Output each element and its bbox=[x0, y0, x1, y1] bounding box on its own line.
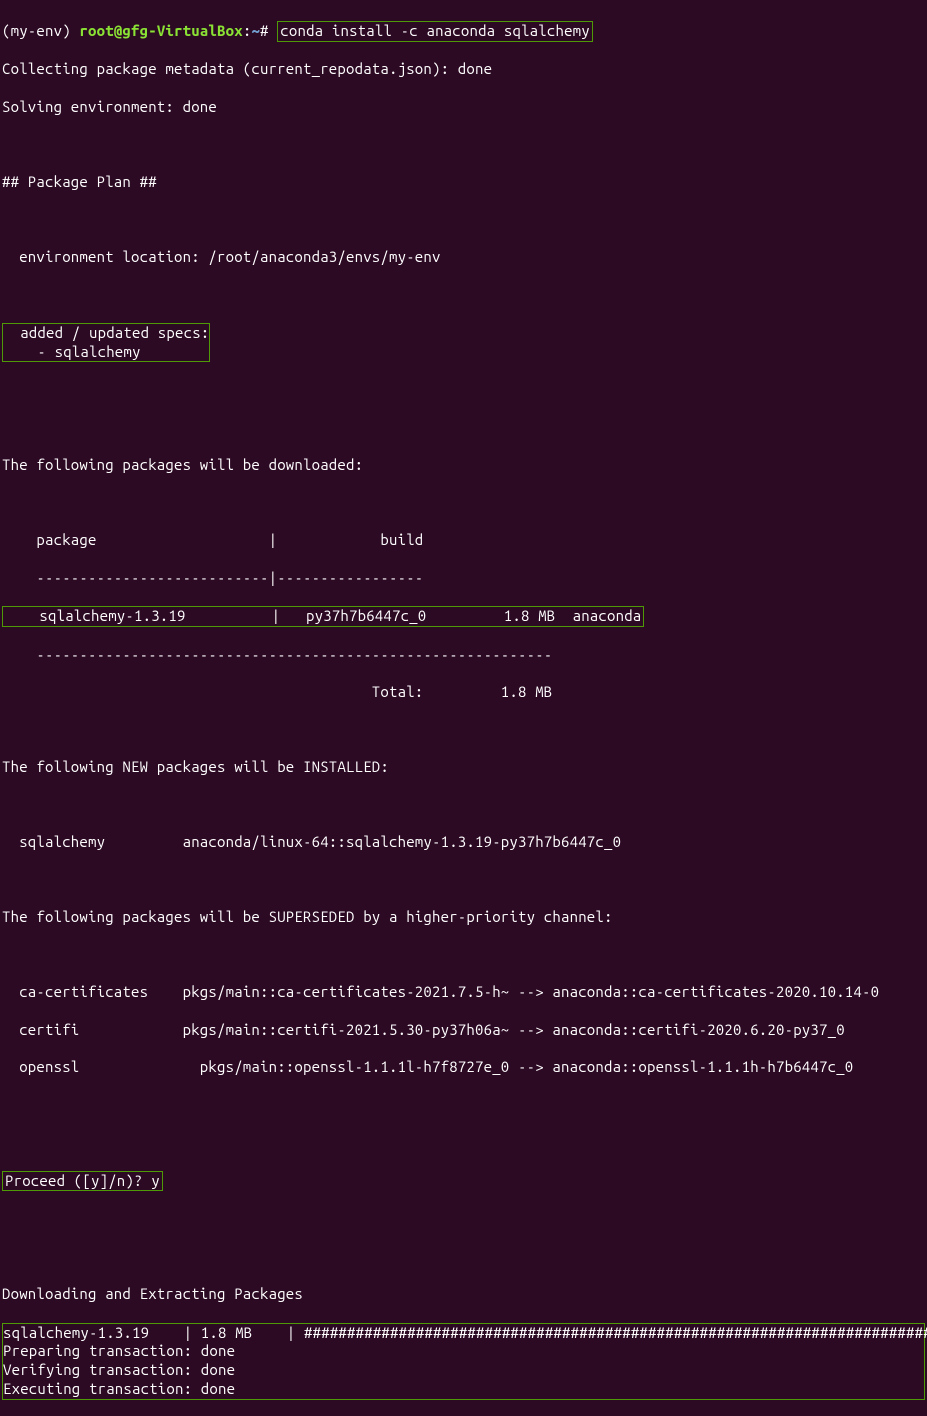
dl-row-line: sqlalchemy-1.3.19 | 1.8 MB | ###########… bbox=[3, 1324, 924, 1343]
command-highlight: conda install -c anaconda sqlalchemy bbox=[277, 21, 593, 42]
blank-line bbox=[2, 721, 925, 740]
terminal[interactable]: (my-env) root@gfg-VirtualBox:~# conda in… bbox=[2, 2, 925, 1416]
downloaded-header: The following packages will be downloade… bbox=[2, 456, 925, 475]
table-row-wrap: sqlalchemy-1.3.19 | py37h7b6447c_0 1.8 M… bbox=[2, 606, 925, 627]
dl-header: Downloading and Extracting Packages bbox=[2, 1285, 925, 1304]
blank-line bbox=[2, 494, 925, 513]
table-row: sqlalchemy-1.3.19 | py37h7b6447c_0 1.8 M… bbox=[5, 607, 641, 624]
blank-line bbox=[2, 946, 925, 965]
dl-row: sqlalchemy-1.3.19 | 1.8 MB | bbox=[3, 1324, 304, 1341]
proceed-text: Proceed ([y]/n)? y bbox=[5, 1172, 160, 1189]
prompt-line[interactable]: (my-env) root@gfg-VirtualBox:~# conda in… bbox=[2, 21, 925, 42]
superseded-2: certifi pkgs/main::certifi-2021.5.30-py3… bbox=[2, 1021, 925, 1040]
added-specs-l2: - sqlalchemy bbox=[3, 343, 209, 362]
tx3: Executing transaction: done bbox=[3, 1380, 924, 1399]
blank-line bbox=[2, 1210, 925, 1229]
blank-line bbox=[2, 871, 925, 890]
proceed-wrap[interactable]: Proceed ([y]/n)? y bbox=[2, 1171, 925, 1192]
superseded-1: ca-certificates pkgs/main::ca-certificat… bbox=[2, 983, 925, 1002]
blank-line bbox=[2, 381, 925, 400]
dl-bar: ########################################… bbox=[304, 1324, 927, 1341]
env-location: environment location: /root/anaconda3/en… bbox=[2, 248, 925, 267]
superseded-header: The following packages will be SUPERSEDE… bbox=[2, 908, 925, 927]
prompt-env: (my-env) bbox=[2, 22, 71, 39]
blank-line bbox=[2, 796, 925, 815]
blank-line bbox=[2, 1133, 925, 1152]
transaction-highlight: sqlalchemy-1.3.19 | 1.8 MB | ###########… bbox=[2, 1323, 925, 1400]
prompt-userhost: root@gfg-VirtualBox bbox=[79, 22, 242, 39]
blank-line bbox=[2, 1096, 925, 1115]
table-header: package | build bbox=[2, 531, 925, 550]
proceed-highlight: Proceed ([y]/n)? y bbox=[2, 1171, 163, 1192]
blank-line bbox=[2, 285, 925, 304]
blank-line bbox=[2, 210, 925, 229]
blank-line bbox=[2, 419, 925, 438]
table-row-highlight: sqlalchemy-1.3.19 | py37h7b6447c_0 1.8 M… bbox=[2, 606, 644, 627]
command-text: conda install -c anaconda sqlalchemy bbox=[280, 22, 590, 39]
table-sep2: ----------------------------------------… bbox=[2, 646, 925, 665]
tx2: Verifying transaction: done bbox=[3, 1361, 924, 1380]
new-header: The following NEW packages will be INSTA… bbox=[2, 758, 925, 777]
added-specs-highlight: added / updated specs: - sqlalchemy bbox=[2, 323, 210, 363]
added-specs-l1: added / updated specs: bbox=[3, 324, 209, 343]
blank-line bbox=[2, 1248, 925, 1267]
tx1: Preparing transaction: done bbox=[3, 1342, 924, 1361]
table-total: Total: 1.8 MB bbox=[2, 683, 925, 702]
prompt-sign: # bbox=[260, 22, 269, 39]
superseded-3: openssl pkgs/main::openssl-1.1.1l-h7f872… bbox=[2, 1058, 925, 1077]
blank-line bbox=[2, 135, 925, 154]
table-sep1: ---------------------------|------------… bbox=[2, 569, 925, 588]
plan-header: ## Package Plan ## bbox=[2, 173, 925, 192]
prompt-path: ~ bbox=[251, 22, 260, 39]
output-collecting: Collecting package metadata (current_rep… bbox=[2, 60, 925, 79]
new-pkg: sqlalchemy anaconda/linux-64::sqlalchemy… bbox=[2, 833, 925, 852]
output-solving: Solving environment: done bbox=[2, 98, 925, 117]
